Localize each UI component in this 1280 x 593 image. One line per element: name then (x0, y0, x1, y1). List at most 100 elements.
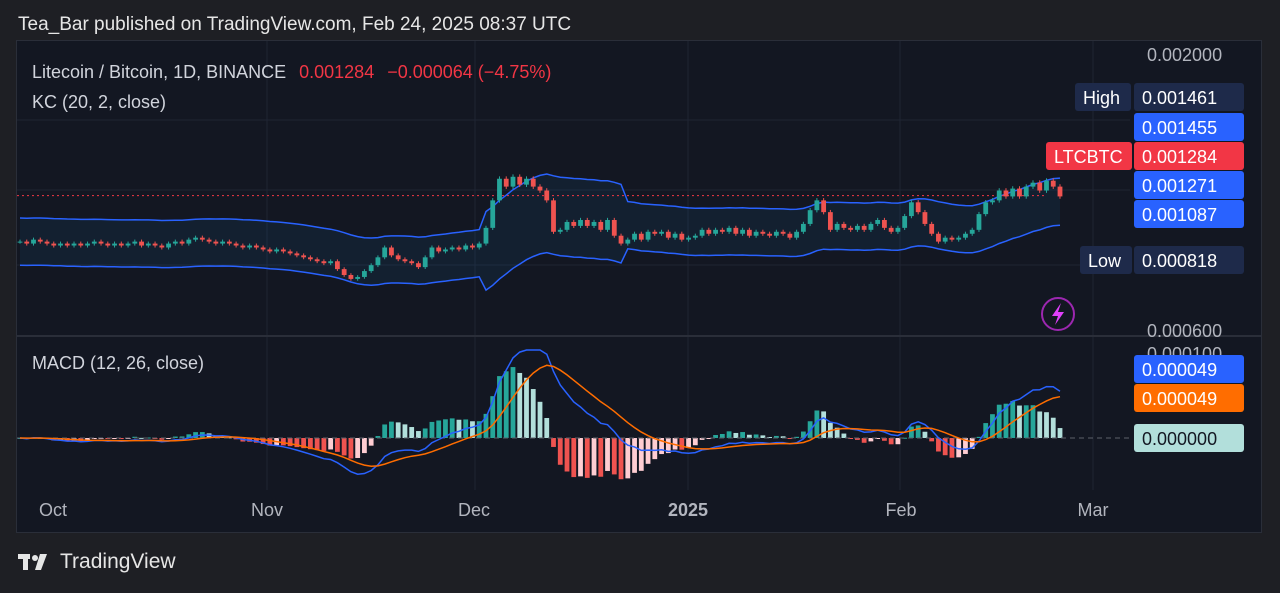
candle-body (335, 261, 340, 270)
macd-histogram-bar (456, 419, 462, 438)
low-tag: Low (1088, 251, 1122, 271)
candle-body (422, 257, 428, 268)
macd-histogram-bar (348, 438, 354, 459)
kc-legend[interactable]: KC (20, 2, close) (32, 92, 166, 113)
candle-body (64, 243, 70, 246)
candle-body (902, 216, 908, 228)
candle-body (449, 247, 455, 250)
candle-body (274, 249, 280, 252)
candle-body (686, 237, 691, 240)
candle-body (132, 241, 138, 244)
candle-body (85, 243, 90, 246)
candle-body (659, 231, 664, 234)
macd-histogram-bar (422, 428, 428, 438)
macd-histogram-bar (524, 377, 529, 438)
macd-histogram-bar (692, 438, 698, 446)
candle-body (402, 259, 408, 262)
candle-body (240, 245, 246, 248)
candle-body (638, 233, 644, 240)
candle-body (692, 235, 698, 238)
kc-mid-value: 0.001271 (1142, 176, 1217, 196)
macd-histogram-bar (1017, 405, 1022, 438)
candle-body (530, 178, 536, 187)
macd-histogram-bar (605, 438, 610, 471)
macd-histogram-bar (888, 438, 894, 445)
time-tick-label: Mar (1078, 500, 1109, 520)
candle-body (145, 243, 151, 246)
candle-body (679, 233, 685, 240)
candle-body (983, 202, 989, 215)
macd-histogram-bar (733, 432, 739, 438)
candle-body (1023, 186, 1029, 197)
candle-body (767, 233, 773, 236)
candle-body (605, 220, 610, 230)
macd-histogram-bar (726, 431, 732, 438)
candle-body (91, 241, 97, 244)
candle-body (172, 241, 178, 244)
macd-histogram-bar (638, 438, 644, 471)
candle-body (37, 239, 43, 242)
candle-body (1050, 180, 1056, 187)
macd-legend[interactable]: MACD (12, 26, close) (32, 353, 204, 374)
candle-body (524, 178, 529, 185)
price-tick-label: 0.000600 (1147, 321, 1222, 341)
candle-body (267, 249, 273, 252)
macd-histogram-bar (510, 367, 516, 438)
macd-histogram-bar (1023, 405, 1029, 438)
macd-histogram-bar (922, 431, 928, 438)
macd-histogram-bar (530, 389, 536, 438)
candle-body (389, 247, 394, 256)
macd-histogram-bar (929, 438, 935, 442)
macd-histogram-bar (416, 431, 421, 438)
macd-histogram-bar (368, 438, 374, 446)
candle-body (483, 227, 489, 244)
candle-body (537, 186, 543, 191)
macd-histogram-bar (564, 438, 570, 472)
candle-body (882, 220, 887, 228)
candle-body (328, 261, 334, 264)
candle-body (463, 245, 469, 250)
ticker-tag: LTCBTC (1054, 147, 1123, 167)
candle-body (179, 241, 185, 244)
candle-body (652, 231, 658, 234)
candle-body (1003, 190, 1009, 197)
candle-body (159, 245, 165, 248)
candle-body (443, 249, 448, 252)
macd-histogram-bar (328, 438, 334, 450)
macd-histogram-bar (557, 438, 563, 465)
macd-histogram-bar (740, 432, 745, 438)
candle-body (31, 239, 36, 244)
price-change: −0.000064 (−4.75%) (387, 62, 552, 82)
candle-body (942, 237, 948, 242)
candle-body (476, 243, 482, 248)
candle-body (699, 229, 705, 236)
last-price-value: 0.001284 (1142, 147, 1217, 167)
candle-body (713, 229, 718, 234)
chart-canvas[interactable]: 0.0020000.0006000.000100 High 0.0014610.0… (0, 0, 1280, 593)
candle-body (233, 243, 239, 246)
macd-histogram-bar (868, 438, 874, 442)
macd-histogram-bar (517, 372, 523, 438)
lightning-icon[interactable] (1041, 297, 1075, 331)
macd-histogram-bar (936, 438, 941, 452)
candle-body (726, 227, 732, 232)
candle-body (976, 214, 982, 230)
macd-histogram-bar (895, 438, 901, 445)
symbol-legend[interactable]: Litecoin / Bitcoin, 1D, BINANCE 0.001284… (32, 62, 551, 83)
candle-body (760, 231, 766, 234)
candle-body (429, 247, 435, 258)
candle-body (213, 241, 219, 244)
high-tag: High (1083, 88, 1120, 108)
tradingview-brand[interactable]: TradingView (18, 550, 176, 574)
macd-histogram-bar (449, 418, 455, 438)
time-tick-label: Dec (458, 500, 490, 520)
macd-histogram-bar (584, 438, 590, 478)
macd-histogram-bar (429, 421, 435, 438)
candle-body (395, 255, 401, 260)
candle-body (470, 245, 475, 248)
candle-body (875, 220, 881, 224)
candle-body (990, 200, 995, 203)
candle-body (260, 247, 266, 250)
candle-body (645, 231, 651, 240)
candle-body (922, 212, 928, 224)
